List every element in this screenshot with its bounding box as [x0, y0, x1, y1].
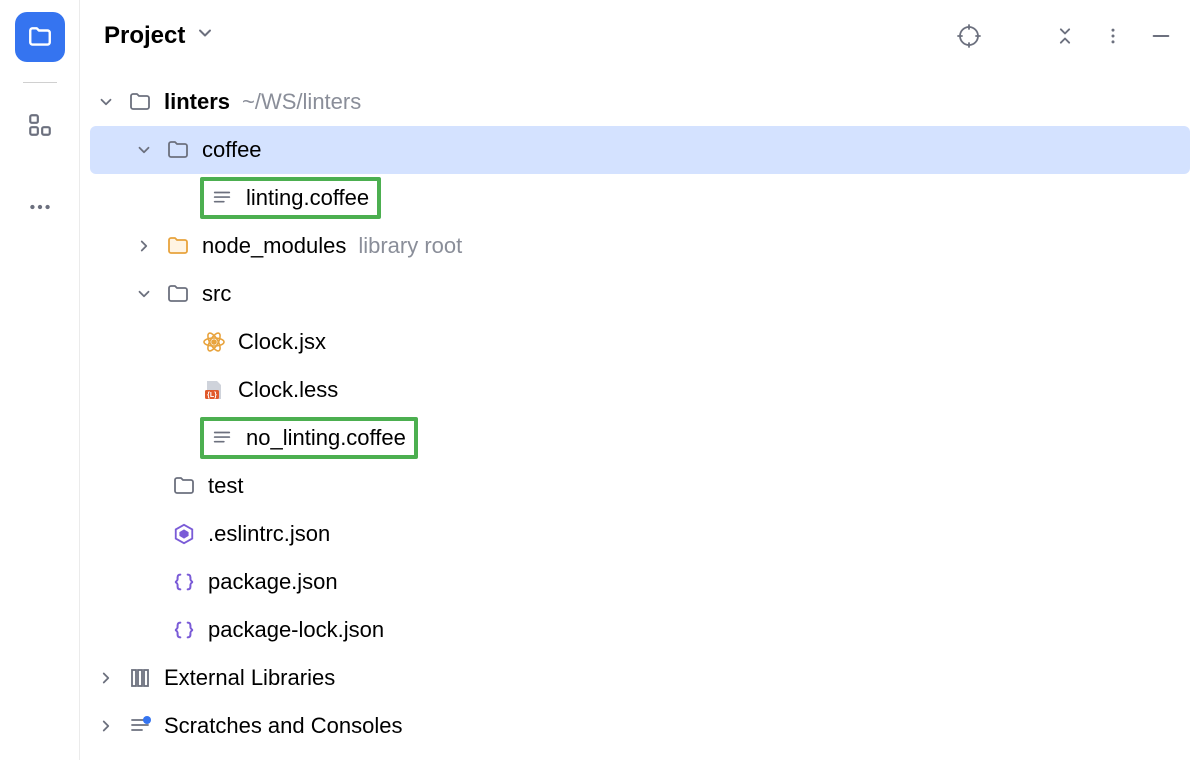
structure-tool-button[interactable] — [20, 105, 60, 145]
chevron-down-icon — [195, 23, 215, 43]
chevron-down-icon — [135, 141, 153, 159]
tree-node-coffee[interactable]: coffee — [90, 126, 1190, 174]
tree-node-clock-jsx[interactable]: Clock.jsx — [80, 318, 1200, 366]
tree-node-root[interactable]: linters ~/WS/linters — [80, 78, 1200, 126]
text-file-icon — [208, 424, 236, 452]
folder-icon — [170, 472, 198, 500]
tree-node-external-libraries[interactable]: External Libraries — [80, 654, 1200, 702]
more-vertical-icon — [1103, 26, 1123, 46]
collapse-all-icon — [1055, 26, 1075, 46]
chevron-down-icon — [97, 93, 115, 111]
expand-toggle[interactable] — [132, 138, 156, 162]
json-file-icon — [170, 568, 198, 596]
node-label: package.json — [208, 569, 338, 595]
folder-icon — [126, 88, 154, 116]
folder-icon — [27, 24, 53, 50]
tree-node-node-modules[interactable]: node_modules library root — [80, 222, 1200, 270]
tree-node-package-json[interactable]: package.json — [80, 558, 1200, 606]
node-label: linters — [164, 89, 230, 115]
node-label: Clock.less — [238, 377, 338, 403]
node-hint: library root — [358, 233, 462, 259]
view-selector-button[interactable] — [195, 23, 215, 49]
highlight-box: linting.coffee — [200, 177, 381, 219]
more-horizontal-icon — [27, 194, 53, 220]
react-file-icon — [200, 328, 228, 356]
libraries-icon — [126, 664, 154, 692]
project-view-title[interactable]: Project — [104, 22, 185, 50]
tree-node-no-linting-coffee[interactable]: no_linting.coffee — [80, 414, 1200, 462]
tree-node-src[interactable]: src — [80, 270, 1200, 318]
expand-collapse-button[interactable] — [1000, 19, 1034, 53]
eslint-file-icon — [170, 520, 198, 548]
chevron-right-icon — [135, 237, 153, 255]
node-hint: ~/WS/linters — [242, 89, 361, 115]
expand-toggle[interactable] — [94, 666, 118, 690]
node-label: linting.coffee — [246, 185, 369, 211]
node-label: External Libraries — [164, 665, 335, 691]
library-folder-icon — [164, 232, 192, 260]
project-tool-button[interactable] — [15, 12, 65, 62]
node-label: src — [202, 281, 231, 307]
svg-text:{L}: {L} — [207, 392, 217, 399]
project-tool-window: Project linte — [80, 0, 1200, 760]
tool-window-strip — [0, 0, 80, 760]
expand-toggle[interactable] — [94, 714, 118, 738]
scratches-icon — [126, 712, 154, 740]
text-file-icon — [208, 184, 236, 212]
node-label: coffee — [202, 137, 262, 163]
chevron-right-icon — [97, 717, 115, 735]
tree-node-package-lock[interactable]: package-lock.json — [80, 606, 1200, 654]
expand-toggle[interactable] — [132, 234, 156, 258]
select-opened-file-button[interactable] — [952, 19, 986, 53]
folder-icon — [164, 280, 192, 308]
minimize-icon — [1150, 25, 1172, 47]
node-label: package-lock.json — [208, 617, 384, 643]
tree-node-scratches[interactable]: Scratches and Consoles — [80, 702, 1200, 750]
tree-node-linting-coffee[interactable]: linting.coffee — [80, 174, 1200, 222]
locate-icon — [957, 24, 981, 48]
separator — [23, 82, 57, 83]
expand-toggle[interactable] — [94, 90, 118, 114]
project-header: Project — [80, 0, 1200, 72]
collapse-all-button[interactable] — [1048, 19, 1082, 53]
expand-toggle[interactable] — [132, 282, 156, 306]
node-label: no_linting.coffee — [246, 425, 406, 451]
options-button[interactable] — [1096, 19, 1130, 53]
structure-icon — [27, 112, 53, 138]
chevron-down-icon — [135, 285, 153, 303]
json-file-icon — [170, 616, 198, 644]
expand-collapse-icon — [1007, 26, 1027, 46]
tree-node-eslintrc[interactable]: .eslintrc.json — [80, 510, 1200, 558]
node-label: Scratches and Consoles — [164, 713, 402, 739]
folder-icon — [164, 136, 192, 164]
chevron-right-icon — [97, 669, 115, 687]
node-label: test — [208, 473, 243, 499]
tree-node-test[interactable]: test — [80, 462, 1200, 510]
node-label: .eslintrc.json — [208, 521, 330, 547]
node-label: node_modules — [202, 233, 346, 259]
more-tool-button[interactable] — [20, 187, 60, 227]
hide-button[interactable] — [1144, 19, 1178, 53]
less-file-icon: {L} — [200, 376, 228, 404]
project-tree[interactable]: linters ~/WS/linters coffee linting.coff… — [80, 72, 1200, 760]
node-label: Clock.jsx — [238, 329, 326, 355]
highlight-box: no_linting.coffee — [200, 417, 418, 459]
tree-node-clock-less[interactable]: {L} Clock.less — [80, 366, 1200, 414]
